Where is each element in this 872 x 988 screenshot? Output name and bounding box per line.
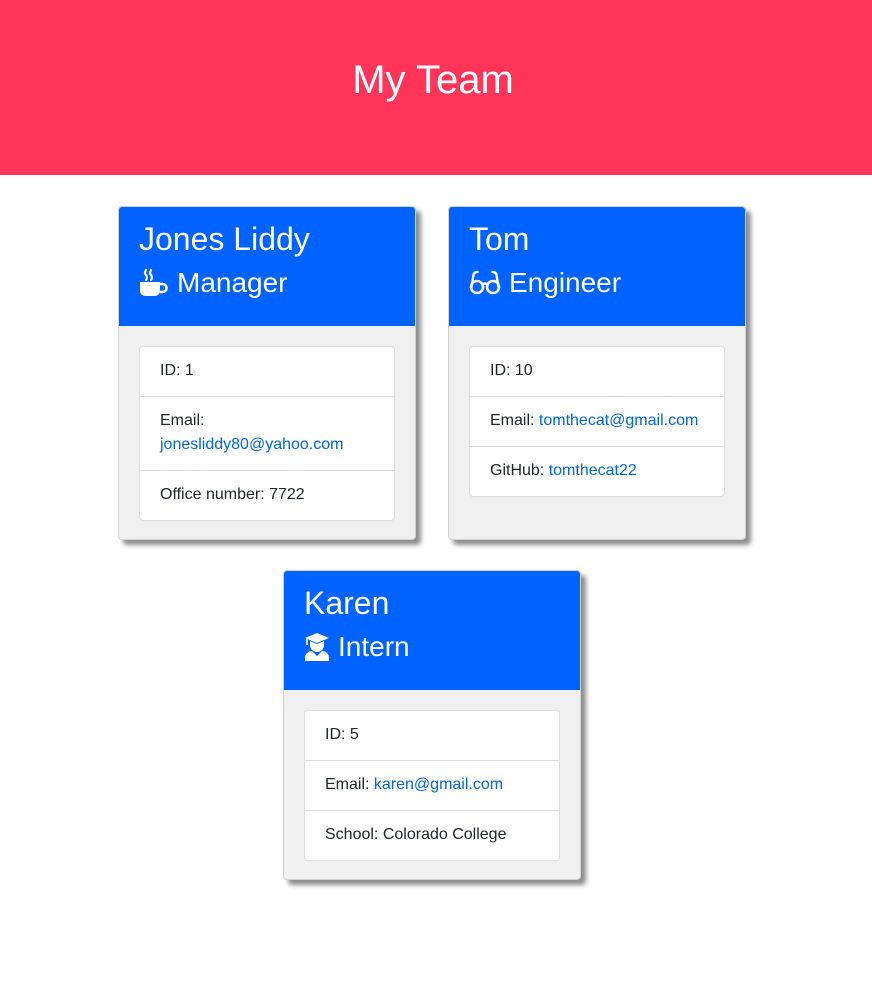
email-label: Email:	[160, 412, 205, 429]
employee-email: Email: jonesliddy80@yahoo.com	[140, 397, 394, 471]
github-link[interactable]: tomthecat22	[549, 462, 637, 479]
employee-id: ID: 5	[305, 711, 559, 761]
employee-details: ID: 10 Email: tomthecat@gmail.com GitHub…	[469, 346, 725, 497]
header-banner: My Team	[0, 0, 872, 175]
github: GitHub: tomthecat22	[470, 447, 724, 496]
email-link[interactable]: tomthecat@gmail.com	[539, 412, 698, 429]
glasses-icon	[469, 268, 501, 298]
email-link[interactable]: karen@gmail.com	[374, 776, 503, 793]
office-value: 7722	[269, 486, 305, 503]
id-label: ID:	[490, 362, 511, 379]
school-label: School:	[325, 826, 379, 843]
employee-role: Intern	[304, 630, 560, 664]
id-label: ID:	[325, 726, 346, 743]
office-label: Office number:	[160, 486, 265, 503]
card-body: ID: 5 Email: karen@gmail.com School: Col…	[284, 690, 580, 879]
role-label: Manager	[177, 267, 288, 298]
card-header: Jones Liddy Manager	[119, 207, 415, 326]
employee-email: Email: karen@gmail.com	[305, 761, 559, 811]
card-header: Karen Intern	[284, 571, 580, 690]
employee-name: Tom	[469, 221, 530, 257]
intern-card: Karen Intern ID: 5 Email: karen@gmail.co…	[283, 570, 581, 880]
employee-role: Engineer	[469, 266, 725, 300]
employee-details: ID: 1 Email: jonesliddy80@yahoo.com Offic…	[139, 346, 395, 521]
id-value: 5	[349, 726, 359, 743]
card-body: ID: 1 Email: jonesliddy80@yahoo.com Offic…	[119, 326, 415, 539]
employee-id: ID: 1	[140, 347, 394, 397]
employee-details: ID: 5 Email: karen@gmail.com School: Col…	[304, 710, 560, 861]
manager-card: Jones Liddy Manager ID: 1 Email: joneslid…	[118, 206, 416, 540]
school: School: Colorado College	[305, 811, 559, 860]
page-title: My Team	[352, 58, 514, 102]
user-graduate-icon	[304, 632, 330, 662]
email-link[interactable]: jonesliddy80@yahoo.com	[160, 436, 343, 453]
employee-name: Karen	[304, 585, 390, 621]
email-label: Email:	[325, 776, 370, 793]
school-value: Colorado College	[382, 826, 507, 843]
role-label: Intern	[338, 631, 410, 662]
role-label: Engineer	[509, 267, 622, 298]
card-header: Tom Engineer	[449, 207, 745, 326]
id-label: ID:	[160, 362, 181, 379]
email-label: Email:	[490, 412, 535, 429]
employee-name: Jones Liddy	[139, 221, 310, 257]
engineer-card: Tom Engineer ID: 10 Email: tomthecat@gma…	[448, 206, 746, 540]
card-body: ID: 10 Email: tomthecat@gmail.com GitHub…	[449, 326, 745, 518]
id-value: 1	[184, 362, 194, 379]
office-number: Office number: 7722	[140, 471, 394, 520]
id-value: 10	[514, 362, 533, 379]
employee-role: Manager	[139, 266, 395, 300]
employee-email: Email: tomthecat@gmail.com	[470, 397, 724, 447]
mug-hot-icon	[139, 268, 169, 298]
employee-id: ID: 10	[470, 347, 724, 397]
github-label: GitHub:	[490, 462, 545, 479]
